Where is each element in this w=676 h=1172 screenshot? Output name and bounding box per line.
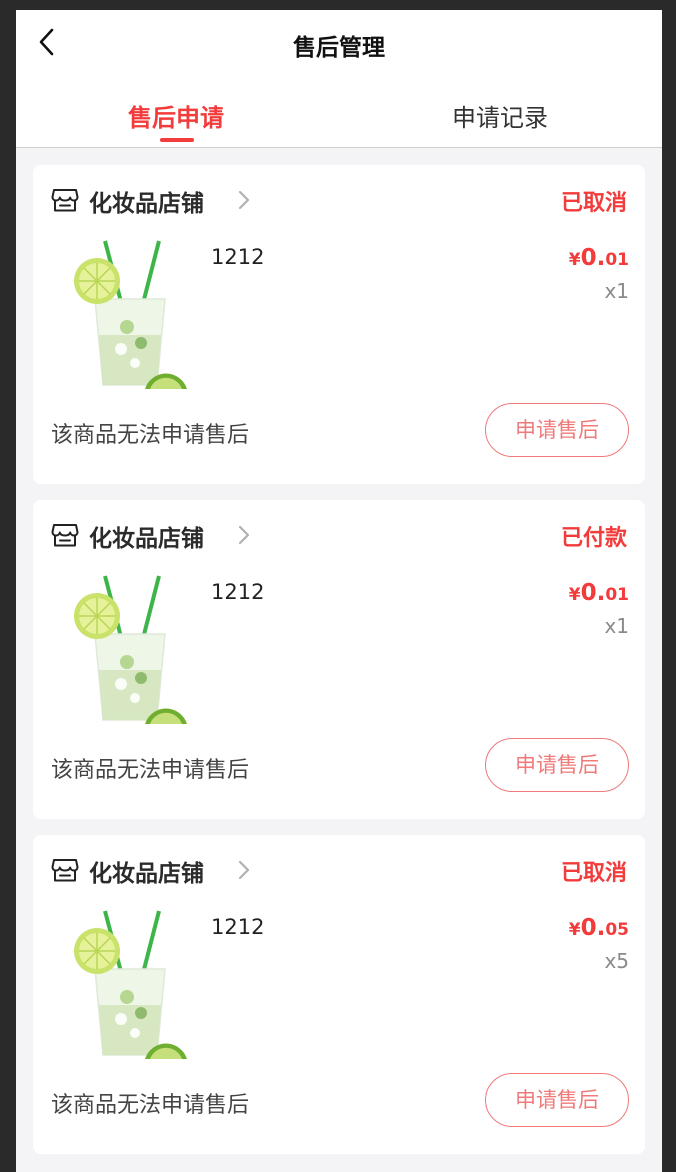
tab-bar: 售后申请 申请记录 xyxy=(16,92,662,148)
product-quantity: x1 xyxy=(604,279,629,303)
price-decimal: 01 xyxy=(605,250,629,270)
product-image xyxy=(74,575,187,724)
tab-after-sales-apply[interactable]: 售后申请 xyxy=(128,98,224,133)
price-integer: 0. xyxy=(580,580,606,606)
chevron-right-icon xyxy=(238,860,250,880)
product-name: 1212 xyxy=(211,915,265,939)
order-status: 已取消 xyxy=(560,861,627,886)
apply-after-sales-button[interactable]: 申请售后 xyxy=(485,738,629,792)
product-image xyxy=(74,910,187,1059)
shop-name: 化妆品店铺 xyxy=(89,526,204,552)
tab-apply-records[interactable]: 申请记录 xyxy=(452,98,548,133)
page-title: 售后管理 xyxy=(293,35,385,61)
top-bar: 售后管理 售后申请 申请记录 xyxy=(16,10,662,148)
product-quantity: x5 xyxy=(604,949,629,973)
shop-name: 化妆品店铺 xyxy=(89,861,204,887)
product-name: 1212 xyxy=(211,245,265,269)
price-integer: 0. xyxy=(580,245,606,271)
order-card: 化妆品店铺 已付款 1212 ¥0.01 x1 该商品无法申请售后 申请售后 xyxy=(33,500,645,819)
price-integer: 0. xyxy=(580,915,606,941)
currency-symbol: ¥ xyxy=(568,250,581,270)
product-price: ¥0.01 xyxy=(569,580,629,606)
order-card: 化妆品店铺 已取消 1212 ¥0.01 x1 该商品无法申请售后 申请售后 xyxy=(33,165,645,484)
after-sales-notice: 该商品无法申请售后 xyxy=(51,1093,250,1118)
order-card: 化妆品店铺 已取消 1212 ¥0.05 x5 该商品无法申请售后 申请售后 xyxy=(33,835,645,1154)
apply-after-sales-button[interactable]: 申请售后 xyxy=(485,403,629,457)
order-status: 已取消 xyxy=(560,191,627,216)
after-sales-notice: 该商品无法申请售后 xyxy=(51,758,250,783)
product-image xyxy=(74,240,187,389)
store-icon xyxy=(51,859,79,882)
chevron-right-icon xyxy=(238,190,250,210)
store-icon xyxy=(51,189,79,212)
chevron-right-icon xyxy=(238,525,250,545)
product-quantity: x1 xyxy=(604,614,629,638)
shop-name: 化妆品店铺 xyxy=(89,191,204,217)
apply-after-sales-button[interactable]: 申请售后 xyxy=(485,1073,629,1127)
product-price: ¥0.05 xyxy=(569,915,629,941)
price-decimal: 01 xyxy=(605,585,629,605)
currency-symbol: ¥ xyxy=(568,920,581,940)
order-status: 已付款 xyxy=(560,526,627,551)
product-price: ¥0.01 xyxy=(569,245,629,271)
store-icon xyxy=(51,524,79,547)
currency-symbol: ¥ xyxy=(568,585,581,605)
app-screen: 售后管理 售后申请 申请记录 化妆品店铺 已取消 1212 ¥0.01 x1 该… xyxy=(16,10,662,1172)
price-decimal: 05 xyxy=(605,920,629,940)
active-tab-indicator xyxy=(160,138,194,142)
product-name: 1212 xyxy=(211,580,265,604)
after-sales-notice: 该商品无法申请售后 xyxy=(51,423,250,448)
